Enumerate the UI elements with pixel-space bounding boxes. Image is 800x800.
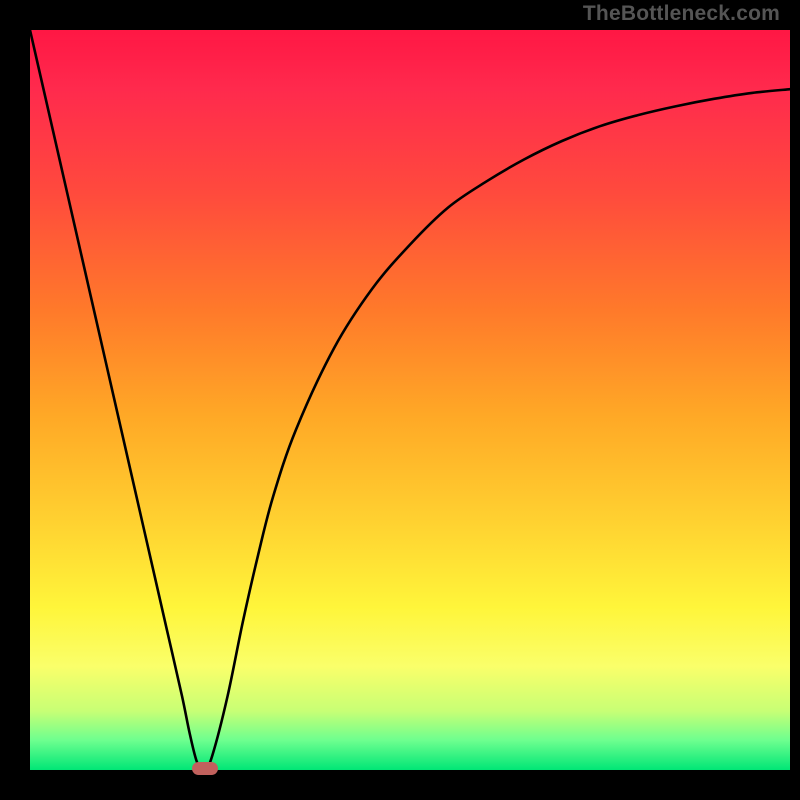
- bottleneck-curve: [30, 30, 790, 770]
- plot-area: [30, 30, 790, 770]
- watermark-text: TheBottleneck.com: [583, 2, 780, 26]
- chart-frame: TheBottleneck.com: [0, 0, 800, 800]
- minimum-marker: [192, 762, 218, 775]
